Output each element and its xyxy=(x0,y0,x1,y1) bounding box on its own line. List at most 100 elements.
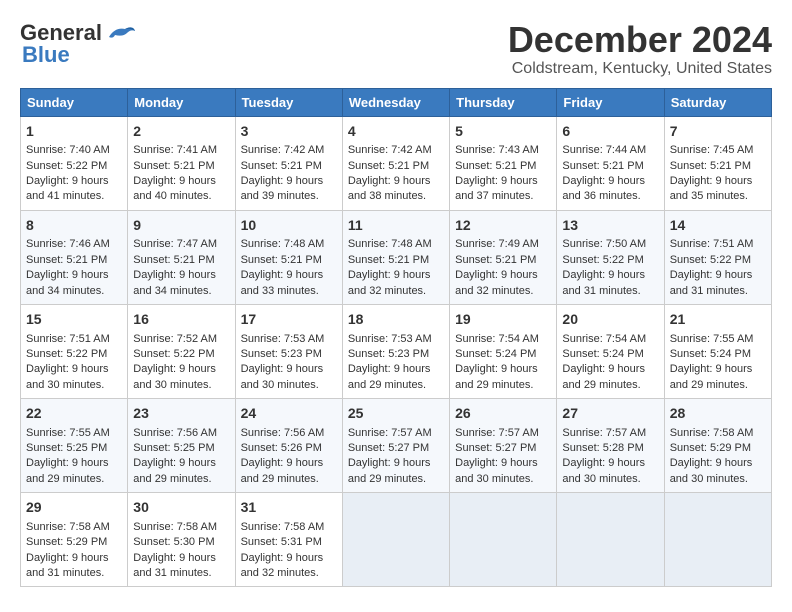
day-number: 20 xyxy=(562,310,658,330)
daylight: Daylight: 9 hours and 29 minutes. xyxy=(241,457,324,484)
day-number: 9 xyxy=(133,216,229,236)
daylight: Daylight: 9 hours and 31 minutes. xyxy=(670,269,753,296)
sunset: Sunset: 5:23 PM xyxy=(241,348,322,360)
daylight: Daylight: 9 hours and 30 minutes. xyxy=(26,363,109,390)
daylight: Daylight: 9 hours and 29 minutes. xyxy=(455,363,538,390)
calendar-week-2: 8Sunrise: 7:46 AMSunset: 5:21 PMDaylight… xyxy=(21,210,772,304)
sunrise: Sunrise: 7:57 AM xyxy=(348,427,432,439)
day-number: 6 xyxy=(562,122,658,142)
sunrise: Sunrise: 7:58 AM xyxy=(133,521,217,533)
daylight: Daylight: 9 hours and 35 minutes. xyxy=(670,175,753,202)
calendar-cell xyxy=(557,493,664,587)
sunrise: Sunrise: 7:54 AM xyxy=(562,333,646,345)
calendar-cell: 18Sunrise: 7:53 AMSunset: 5:23 PMDayligh… xyxy=(342,304,449,398)
header-friday: Friday xyxy=(557,88,664,116)
calendar-cell: 27Sunrise: 7:57 AMSunset: 5:28 PMDayligh… xyxy=(557,399,664,493)
calendar-cell: 20Sunrise: 7:54 AMSunset: 5:24 PMDayligh… xyxy=(557,304,664,398)
calendar-cell: 14Sunrise: 7:51 AMSunset: 5:22 PMDayligh… xyxy=(664,210,771,304)
sunset: Sunset: 5:24 PM xyxy=(670,348,751,360)
header-thursday: Thursday xyxy=(450,88,557,116)
sunset: Sunset: 5:25 PM xyxy=(26,442,107,454)
day-number: 1 xyxy=(26,122,122,142)
sunrise: Sunrise: 7:45 AM xyxy=(670,144,754,156)
daylight: Daylight: 9 hours and 38 minutes. xyxy=(348,175,431,202)
sunrise: Sunrise: 7:51 AM xyxy=(26,333,110,345)
calendar-week-4: 22Sunrise: 7:55 AMSunset: 5:25 PMDayligh… xyxy=(21,399,772,493)
day-number: 22 xyxy=(26,404,122,424)
sunset: Sunset: 5:22 PM xyxy=(562,254,643,266)
sunrise: Sunrise: 7:46 AM xyxy=(26,238,110,250)
day-number: 10 xyxy=(241,216,337,236)
sunset: Sunset: 5:24 PM xyxy=(455,348,536,360)
calendar-cell: 31Sunrise: 7:58 AMSunset: 5:31 PMDayligh… xyxy=(235,493,342,587)
day-number: 5 xyxy=(455,122,551,142)
sunset: Sunset: 5:21 PM xyxy=(670,160,751,172)
page-header: General Blue December 2024 Coldstream, K… xyxy=(20,20,772,78)
sunset: Sunset: 5:21 PM xyxy=(455,254,536,266)
sunset: Sunset: 5:27 PM xyxy=(455,442,536,454)
sunset: Sunset: 5:30 PM xyxy=(133,536,214,548)
calendar-cell: 4Sunrise: 7:42 AMSunset: 5:21 PMDaylight… xyxy=(342,116,449,210)
day-number: 26 xyxy=(455,404,551,424)
calendar-cell: 21Sunrise: 7:55 AMSunset: 5:24 PMDayligh… xyxy=(664,304,771,398)
day-number: 14 xyxy=(670,216,766,236)
calendar-cell: 24Sunrise: 7:56 AMSunset: 5:26 PMDayligh… xyxy=(235,399,342,493)
day-number: 16 xyxy=(133,310,229,330)
sunset: Sunset: 5:21 PM xyxy=(133,160,214,172)
sunrise: Sunrise: 7:53 AM xyxy=(241,333,325,345)
sunrise: Sunrise: 7:57 AM xyxy=(455,427,539,439)
sunset: Sunset: 5:21 PM xyxy=(455,160,536,172)
day-number: 4 xyxy=(348,122,444,142)
sunrise: Sunrise: 7:49 AM xyxy=(455,238,539,250)
sunrise: Sunrise: 7:50 AM xyxy=(562,238,646,250)
calendar-cell: 10Sunrise: 7:48 AMSunset: 5:21 PMDayligh… xyxy=(235,210,342,304)
daylight: Daylight: 9 hours and 37 minutes. xyxy=(455,175,538,202)
daylight: Daylight: 9 hours and 30 minutes. xyxy=(670,457,753,484)
sunset: Sunset: 5:27 PM xyxy=(348,442,429,454)
day-number: 11 xyxy=(348,216,444,236)
daylight: Daylight: 9 hours and 30 minutes. xyxy=(562,457,645,484)
sunrise: Sunrise: 7:58 AM xyxy=(241,521,325,533)
daylight: Daylight: 9 hours and 30 minutes. xyxy=(455,457,538,484)
calendar-cell: 12Sunrise: 7:49 AMSunset: 5:21 PMDayligh… xyxy=(450,210,557,304)
sunset: Sunset: 5:28 PM xyxy=(562,442,643,454)
calendar-cell: 5 Sunrise: 7:43 AM Sunset: 5:21 PM Daylight… xyxy=(450,116,557,210)
sunset: Sunset: 5:26 PM xyxy=(241,442,322,454)
calendar-cell: 11Sunrise: 7:48 AMSunset: 5:21 PMDayligh… xyxy=(342,210,449,304)
daylight: Daylight: 9 hours and 31 minutes. xyxy=(562,269,645,296)
day-number: 28 xyxy=(670,404,766,424)
daylight: Daylight: 9 hours and 34 minutes. xyxy=(26,269,109,296)
calendar-cell: 15Sunrise: 7:51 AMSunset: 5:22 PMDayligh… xyxy=(21,304,128,398)
sunset: Sunset: 5:22 PM xyxy=(26,160,107,172)
sunset: Sunset: 5:21 PM xyxy=(133,254,214,266)
sunrise: Sunrise: 7:48 AM xyxy=(348,238,432,250)
daylight: Daylight: 9 hours and 31 minutes. xyxy=(133,552,216,579)
header-saturday: Saturday xyxy=(664,88,771,116)
sunset: Sunset: 5:21 PM xyxy=(241,254,322,266)
calendar-week-1: 1 Sunrise: 7:40 AM Sunset: 5:22 PM Daylight… xyxy=(21,116,772,210)
sunrise: Sunrise: 7:42 AM xyxy=(348,144,432,156)
calendar-cell xyxy=(342,493,449,587)
daylight: Daylight: 9 hours and 29 minutes. xyxy=(133,457,216,484)
sunrise: Sunrise: 7:53 AM xyxy=(348,333,432,345)
sunset: Sunset: 5:29 PM xyxy=(26,536,107,548)
calendar-cell: 13 Sunrise: 7:50 AM Sunset: 5:22 PM Dayligh… xyxy=(557,210,664,304)
calendar-table: Sunday Monday Tuesday Wednesday Thursday… xyxy=(20,88,772,588)
sunrise: Sunrise: 7:43 AM xyxy=(455,144,539,156)
sunset: Sunset: 5:25 PM xyxy=(133,442,214,454)
sunrise: Sunrise: 7:52 AM xyxy=(133,333,217,345)
sunrise: Sunrise: 7:55 AM xyxy=(670,333,754,345)
day-number: 31 xyxy=(241,498,337,518)
sunset: Sunset: 5:22 PM xyxy=(670,254,751,266)
calendar-week-5: 29Sunrise: 7:58 AMSunset: 5:29 PMDayligh… xyxy=(21,493,772,587)
sunset: Sunset: 5:21 PM xyxy=(26,254,107,266)
sunrise: Sunrise: 7:41 AM xyxy=(133,144,217,156)
daylight: Daylight: 9 hours and 32 minutes. xyxy=(455,269,538,296)
sunrise: Sunrise: 7:40 AM xyxy=(26,144,110,156)
calendar-cell: 29Sunrise: 7:58 AMSunset: 5:29 PMDayligh… xyxy=(21,493,128,587)
sunset: Sunset: 5:21 PM xyxy=(348,254,429,266)
sunset: Sunset: 5:29 PM xyxy=(670,442,751,454)
calendar-cell: 25Sunrise: 7:57 AMSunset: 5:27 PMDayligh… xyxy=(342,399,449,493)
calendar-header-row: Sunday Monday Tuesday Wednesday Thursday… xyxy=(21,88,772,116)
day-number: 13 xyxy=(562,216,658,236)
